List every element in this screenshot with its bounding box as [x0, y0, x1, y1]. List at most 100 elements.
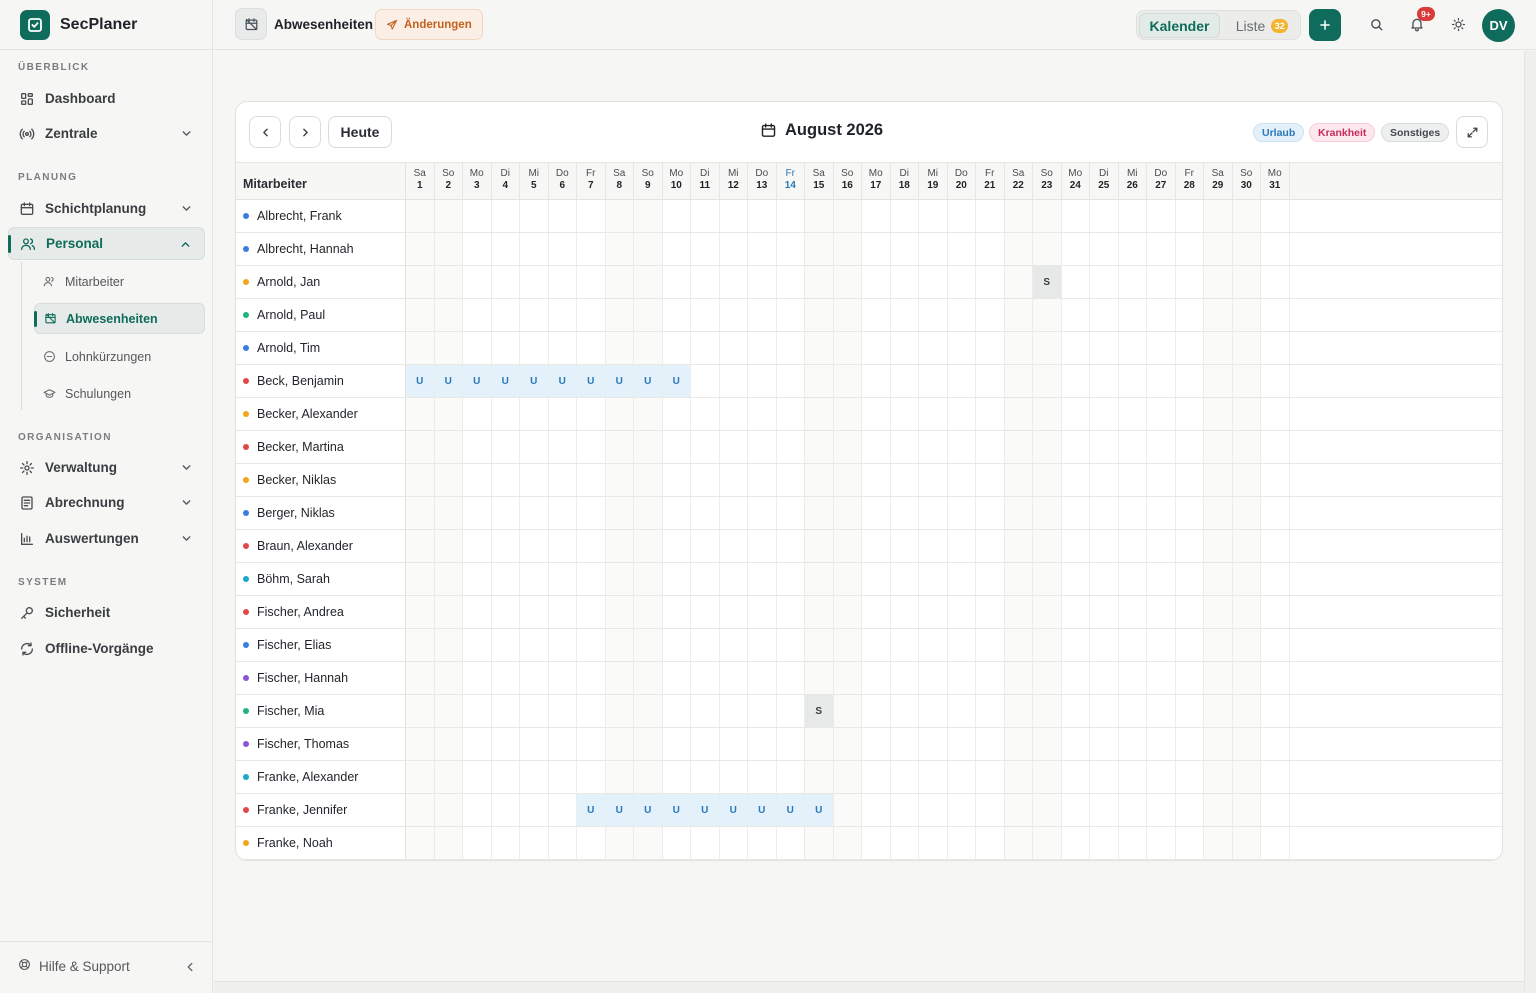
- day-cell[interactable]: [691, 563, 720, 595]
- day-cell[interactable]: [1062, 332, 1090, 364]
- day-cell[interactable]: [1090, 332, 1119, 364]
- day-cell[interactable]: [1090, 200, 1119, 232]
- day-cell[interactable]: [463, 464, 492, 496]
- day-cell[interactable]: [1033, 233, 1062, 265]
- day-cell[interactable]: [720, 827, 748, 859]
- day-cell[interactable]: [891, 596, 919, 628]
- day-cell[interactable]: [748, 497, 777, 529]
- day-cell[interactable]: [919, 695, 948, 727]
- day-cell[interactable]: [1062, 398, 1090, 430]
- day-cell[interactable]: [720, 266, 748, 298]
- day-cell[interactable]: [1090, 299, 1119, 331]
- day-cell[interactable]: [919, 233, 948, 265]
- day-cell[interactable]: [520, 431, 549, 463]
- day-cell[interactable]: [520, 497, 549, 529]
- day-cell[interactable]: [1033, 761, 1062, 793]
- day-cell[interactable]: [891, 266, 919, 298]
- day-cell[interactable]: [577, 233, 606, 265]
- next-month-button[interactable]: [289, 116, 321, 148]
- day-cell[interactable]: [748, 662, 777, 694]
- day-cell[interactable]: [1204, 365, 1233, 397]
- day-cell[interactable]: [520, 200, 549, 232]
- day-cell[interactable]: [520, 662, 549, 694]
- fullscreen-button[interactable]: [1456, 116, 1488, 148]
- day-cell[interactable]: [976, 629, 1005, 661]
- day-cell[interactable]: [691, 332, 720, 364]
- day-cell[interactable]: [634, 596, 663, 628]
- day-cell[interactable]: [406, 695, 435, 727]
- day-cell[interactable]: [1176, 563, 1204, 595]
- day-cell[interactable]: [434, 431, 463, 463]
- day-cell[interactable]: [720, 563, 748, 595]
- day-cell[interactable]: [605, 596, 634, 628]
- day-cell[interactable]: [833, 365, 862, 397]
- day-cell[interactable]: [434, 497, 463, 529]
- day-cell[interactable]: [1004, 695, 1033, 727]
- absence-cell[interactable]: U: [577, 365, 606, 397]
- absence-cell[interactable]: U: [634, 365, 663, 397]
- absence-cell[interactable]: S: [1033, 266, 1062, 298]
- day-cell[interactable]: [777, 233, 805, 265]
- day-cell[interactable]: [663, 431, 691, 463]
- day-cell[interactable]: [1204, 332, 1233, 364]
- day-cell[interactable]: [691, 728, 720, 760]
- day-cell[interactable]: [663, 299, 691, 331]
- day-cell[interactable]: [720, 299, 748, 331]
- day-cell[interactable]: [434, 299, 463, 331]
- day-cell[interactable]: [463, 629, 492, 661]
- day-cell[interactable]: [1062, 794, 1090, 826]
- day-cell[interactable]: [1204, 200, 1233, 232]
- day-cell[interactable]: [720, 596, 748, 628]
- day-cell[interactable]: [948, 233, 976, 265]
- day-cell[interactable]: [862, 662, 891, 694]
- day-cell[interactable]: [777, 728, 805, 760]
- day-cell[interactable]: [1062, 695, 1090, 727]
- day-cell[interactable]: [605, 728, 634, 760]
- day-cell[interactable]: [634, 629, 663, 661]
- day-cell[interactable]: [919, 266, 948, 298]
- day-cell[interactable]: [805, 200, 834, 232]
- day-cell[interactable]: [891, 827, 919, 859]
- day-cell[interactable]: [1004, 827, 1033, 859]
- day-cell[interactable]: [434, 794, 463, 826]
- day-cell[interactable]: [833, 266, 862, 298]
- day-cell[interactable]: [1119, 266, 1147, 298]
- day-cell[interactable]: [1232, 398, 1261, 430]
- absence-cell[interactable]: U: [520, 365, 549, 397]
- day-cell[interactable]: [976, 827, 1005, 859]
- day-cell[interactable]: [777, 695, 805, 727]
- day-cell[interactable]: [1004, 662, 1033, 694]
- day-cell[interactable]: [492, 266, 520, 298]
- day-cell[interactable]: [976, 662, 1005, 694]
- day-cell[interactable]: [948, 431, 976, 463]
- day-cell[interactable]: [1261, 662, 1290, 694]
- day-cell[interactable]: [492, 761, 520, 793]
- day-cell[interactable]: [833, 398, 862, 430]
- day-cell[interactable]: [1062, 530, 1090, 562]
- day-cell[interactable]: [833, 761, 862, 793]
- sidebar-item-offline[interactable]: Offline-Vorgänge: [8, 632, 205, 665]
- day-cell[interactable]: [634, 728, 663, 760]
- day-cell[interactable]: [919, 398, 948, 430]
- day-cell[interactable]: [1176, 299, 1204, 331]
- day-cell[interactable]: [1119, 563, 1147, 595]
- day-cell[interactable]: [577, 464, 606, 496]
- day-cell[interactable]: [434, 827, 463, 859]
- day-cell[interactable]: [1261, 266, 1290, 298]
- day-cell[interactable]: [577, 695, 606, 727]
- day-cell[interactable]: [691, 596, 720, 628]
- day-cell[interactable]: [976, 563, 1005, 595]
- day-cell[interactable]: [1147, 761, 1176, 793]
- day-cell[interactable]: [720, 497, 748, 529]
- day-cell[interactable]: [1261, 629, 1290, 661]
- day-cell[interactable]: [1090, 662, 1119, 694]
- day-cell[interactable]: [434, 266, 463, 298]
- day-cell[interactable]: [805, 299, 834, 331]
- day-cell[interactable]: [605, 431, 634, 463]
- day-cell[interactable]: [748, 761, 777, 793]
- day-cell[interactable]: [919, 563, 948, 595]
- absence-cell[interactable]: U: [434, 365, 463, 397]
- day-cell[interactable]: [577, 728, 606, 760]
- day-cell[interactable]: [691, 464, 720, 496]
- absence-cell[interactable]: U: [748, 794, 777, 826]
